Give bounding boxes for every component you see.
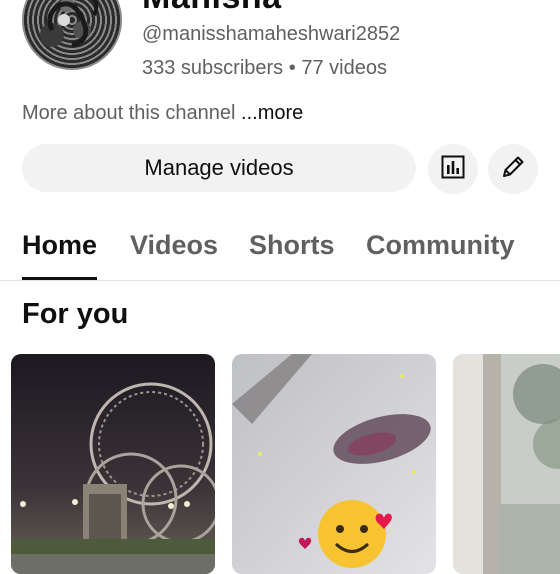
tab-home[interactable]: Home: [22, 230, 97, 261]
about-text: More about this channel: [22, 102, 242, 124]
video-count: 77 videos: [301, 57, 387, 79]
subscriber-count: 333 subscribers: [142, 57, 284, 79]
video-thumbnail-partial[interactable]: [453, 354, 560, 574]
about-more[interactable]: ...more: [241, 102, 303, 124]
video-thumbnail-emoji-short[interactable]: [232, 354, 436, 574]
tab-shorts[interactable]: Shorts: [249, 230, 335, 261]
about-channel-link[interactable]: More about this channel ...more: [22, 102, 303, 125]
manage-videos-label: Manage videos: [144, 155, 294, 180]
tabs-divider: [0, 280, 560, 281]
stats-separator: •: [288, 57, 296, 79]
channel-handle: @manisshamaheshwari2852: [142, 23, 401, 45]
channel-name: Manisha: [142, 0, 282, 17]
analytics-icon: [440, 154, 466, 185]
tab-videos[interactable]: Videos: [130, 230, 218, 261]
channel-stats: 333 subscribers • 77 videos: [142, 57, 387, 80]
manage-videos-button[interactable]: Manage videos: [22, 144, 416, 192]
section-title: For you: [22, 298, 129, 330]
channel-avatar[interactable]: [22, 0, 122, 70]
tab-community[interactable]: Community: [366, 230, 515, 261]
edit-channel-button[interactable]: [488, 144, 538, 194]
video-thumbnail-night-ferris-wheel[interactable]: [11, 354, 215, 574]
analytics-button[interactable]: [428, 144, 478, 194]
pencil-icon: [499, 153, 527, 186]
